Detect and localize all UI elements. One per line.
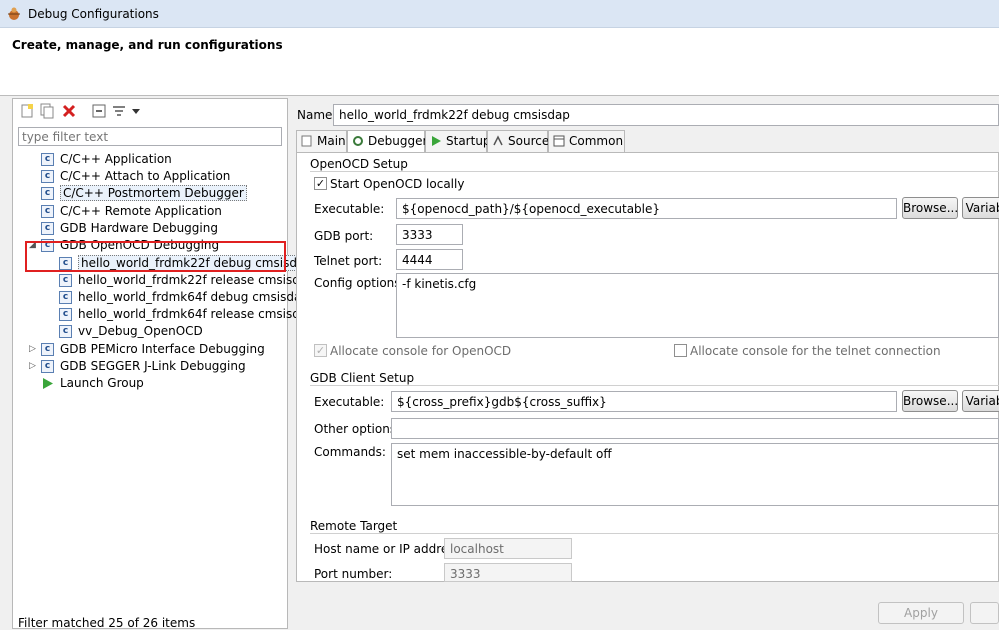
tree-item-k22f-release[interactable]: c hello_world_frdmk22f release cmsisdap [59,272,315,289]
collapsed-triangle-icon[interactable]: ▷ [29,341,36,358]
name-label: Name: [297,108,337,122]
tree-item-cpp-application[interactable]: c C/C++ Application [41,151,172,168]
start-openocd-checkbox[interactable]: ✓ [314,177,327,190]
gdb-browse-button[interactable]: Browse... [902,390,958,412]
dialog-header: Create, manage, and run configurations [0,28,999,96]
c-config-icon: c [41,187,54,200]
collapsed-triangle-icon[interactable]: ▷ [29,358,36,375]
tree-item-cpp-postmortem[interactable]: c C/C++ Postmortem Debugger [41,185,247,202]
title-bar: Debug Configurations [0,0,999,28]
openocd-executable-label: Executable: [314,202,385,216]
remote-group-title: Remote Target [310,519,402,533]
port-label: Port number: [314,567,393,581]
c-config-icon: c [41,360,54,373]
gdb-executable-label: Executable: [314,395,385,409]
revert-button[interactable] [970,602,999,624]
c-config-icon: c [41,153,54,166]
tab-debugger[interactable]: Debugger [347,130,427,153]
tree-item-gdb-segger[interactable]: ▷ c GDB SEGGER J-Link Debugging [29,358,246,375]
start-openocd-label: Start OpenOCD locally [330,177,465,191]
collapse-all-icon[interactable] [91,103,107,119]
play-icon [432,136,441,146]
remote-group-line [310,533,999,534]
commands-label: Commands: [314,445,386,459]
duplicate-configuration-icon[interactable] [39,103,55,119]
tree-item-gdb-hardware[interactable]: c GDB Hardware Debugging [41,220,218,237]
chevron-down-icon[interactable] [131,103,141,119]
apply-button[interactable]: Apply [878,602,964,624]
filter-input[interactable] [18,127,282,146]
telnet-port-label: Telnet port: [314,254,383,268]
filter-status: Filter matched 25 of 26 items [18,616,196,630]
tree-item-gdb-pemicro[interactable]: ▷ c GDB PEMicro Interface Debugging [29,341,265,358]
tree-item-vv-debug-openocd[interactable]: c vv_Debug_OpenOCD [59,323,203,340]
allocate-console-checkbox[interactable]: ✓ [314,344,327,357]
openocd-browse-button[interactable]: Browse... [902,197,958,219]
c-config-icon: c [41,205,54,218]
tab-main[interactable]: Main [296,130,347,152]
openocd-executable-field[interactable]: ${openocd_path}/${openocd_executable} [396,198,897,219]
commands-field[interactable]: set mem inaccessible-by-default off [391,443,999,506]
window-title: Debug Configurations [28,7,159,21]
configuration-tree-panel: cC/C++ Application cC/C++ Attach to Appl… [12,98,315,630]
new-configuration-icon[interactable] [19,103,35,119]
gdb-port-field[interactable]: 3333 [396,224,463,245]
other-options-field[interactable] [391,418,999,439]
c-config-icon: c [41,170,54,183]
host-label: Host name or IP address: [314,542,465,556]
c-config-icon: c [59,291,72,304]
other-options-label: Other options: [314,422,401,436]
tree-item-launch-group[interactable]: Launch Group [41,375,144,392]
openocd-variables-button[interactable]: Variab [962,197,999,219]
c-config-icon: c [41,343,54,356]
tab-source[interactable]: Source [487,130,549,152]
telnet-port-field[interactable]: 4444 [396,249,463,270]
c-config-icon: c [41,222,54,235]
highlight-box [25,241,286,272]
config-options-label: Config options: [314,276,405,290]
header-title: Create, manage, and run configurations [12,38,283,52]
gdb-client-group-line [310,385,999,386]
tree-item-cpp-remote[interactable]: c C/C++ Remote Application [41,203,222,220]
tab-common[interactable]: Common [548,130,625,152]
tree-item-cpp-attach[interactable]: c C/C++ Attach to Application [41,168,230,185]
allocate-telnet-label: Allocate console for the telnet connecti… [690,344,941,358]
filter-configurations-icon[interactable] [111,103,127,119]
gdb-executable-field[interactable]: ${cross_prefix}gdb${cross_suffix} [391,391,897,412]
gdb-port-label: GDB port: [314,229,374,243]
tab-startup[interactable]: Startup [425,130,491,152]
common-icon [553,135,565,147]
delete-configuration-icon[interactable] [61,103,77,119]
allocate-telnet-checkbox[interactable] [674,344,687,357]
gdb-variables-button[interactable]: Variab [962,390,999,412]
tree-item-k64f-release[interactable]: c hello_world_frdmk64f release cmsisdap [59,306,315,323]
launch-group-icon [43,378,53,389]
main-tab-icon [301,135,312,147]
openocd-group-line [310,171,999,172]
allocate-console-label: Allocate console for OpenOCD [330,344,512,358]
source-icon [493,135,503,146]
c-config-icon: c [59,308,72,321]
port-field[interactable]: 3333 [444,563,572,582]
debug-bug-icon [8,7,20,20]
host-field[interactable]: localhost [444,538,572,559]
openocd-group-title: OpenOCD Setup [310,157,412,171]
c-config-icon: c [59,325,72,338]
gdb-client-group-title: GDB Client Setup [310,371,419,385]
name-field[interactable]: hello_world_frdmk22f debug cmsisdap [333,104,999,126]
c-config-icon: c [59,274,72,287]
config-options-field[interactable]: -f kinetis.cfg [396,273,999,338]
gear-icon [353,136,363,146]
tree-item-k64f-debug[interactable]: c hello_world_frdmk64f debug cmsisdap [59,289,309,306]
